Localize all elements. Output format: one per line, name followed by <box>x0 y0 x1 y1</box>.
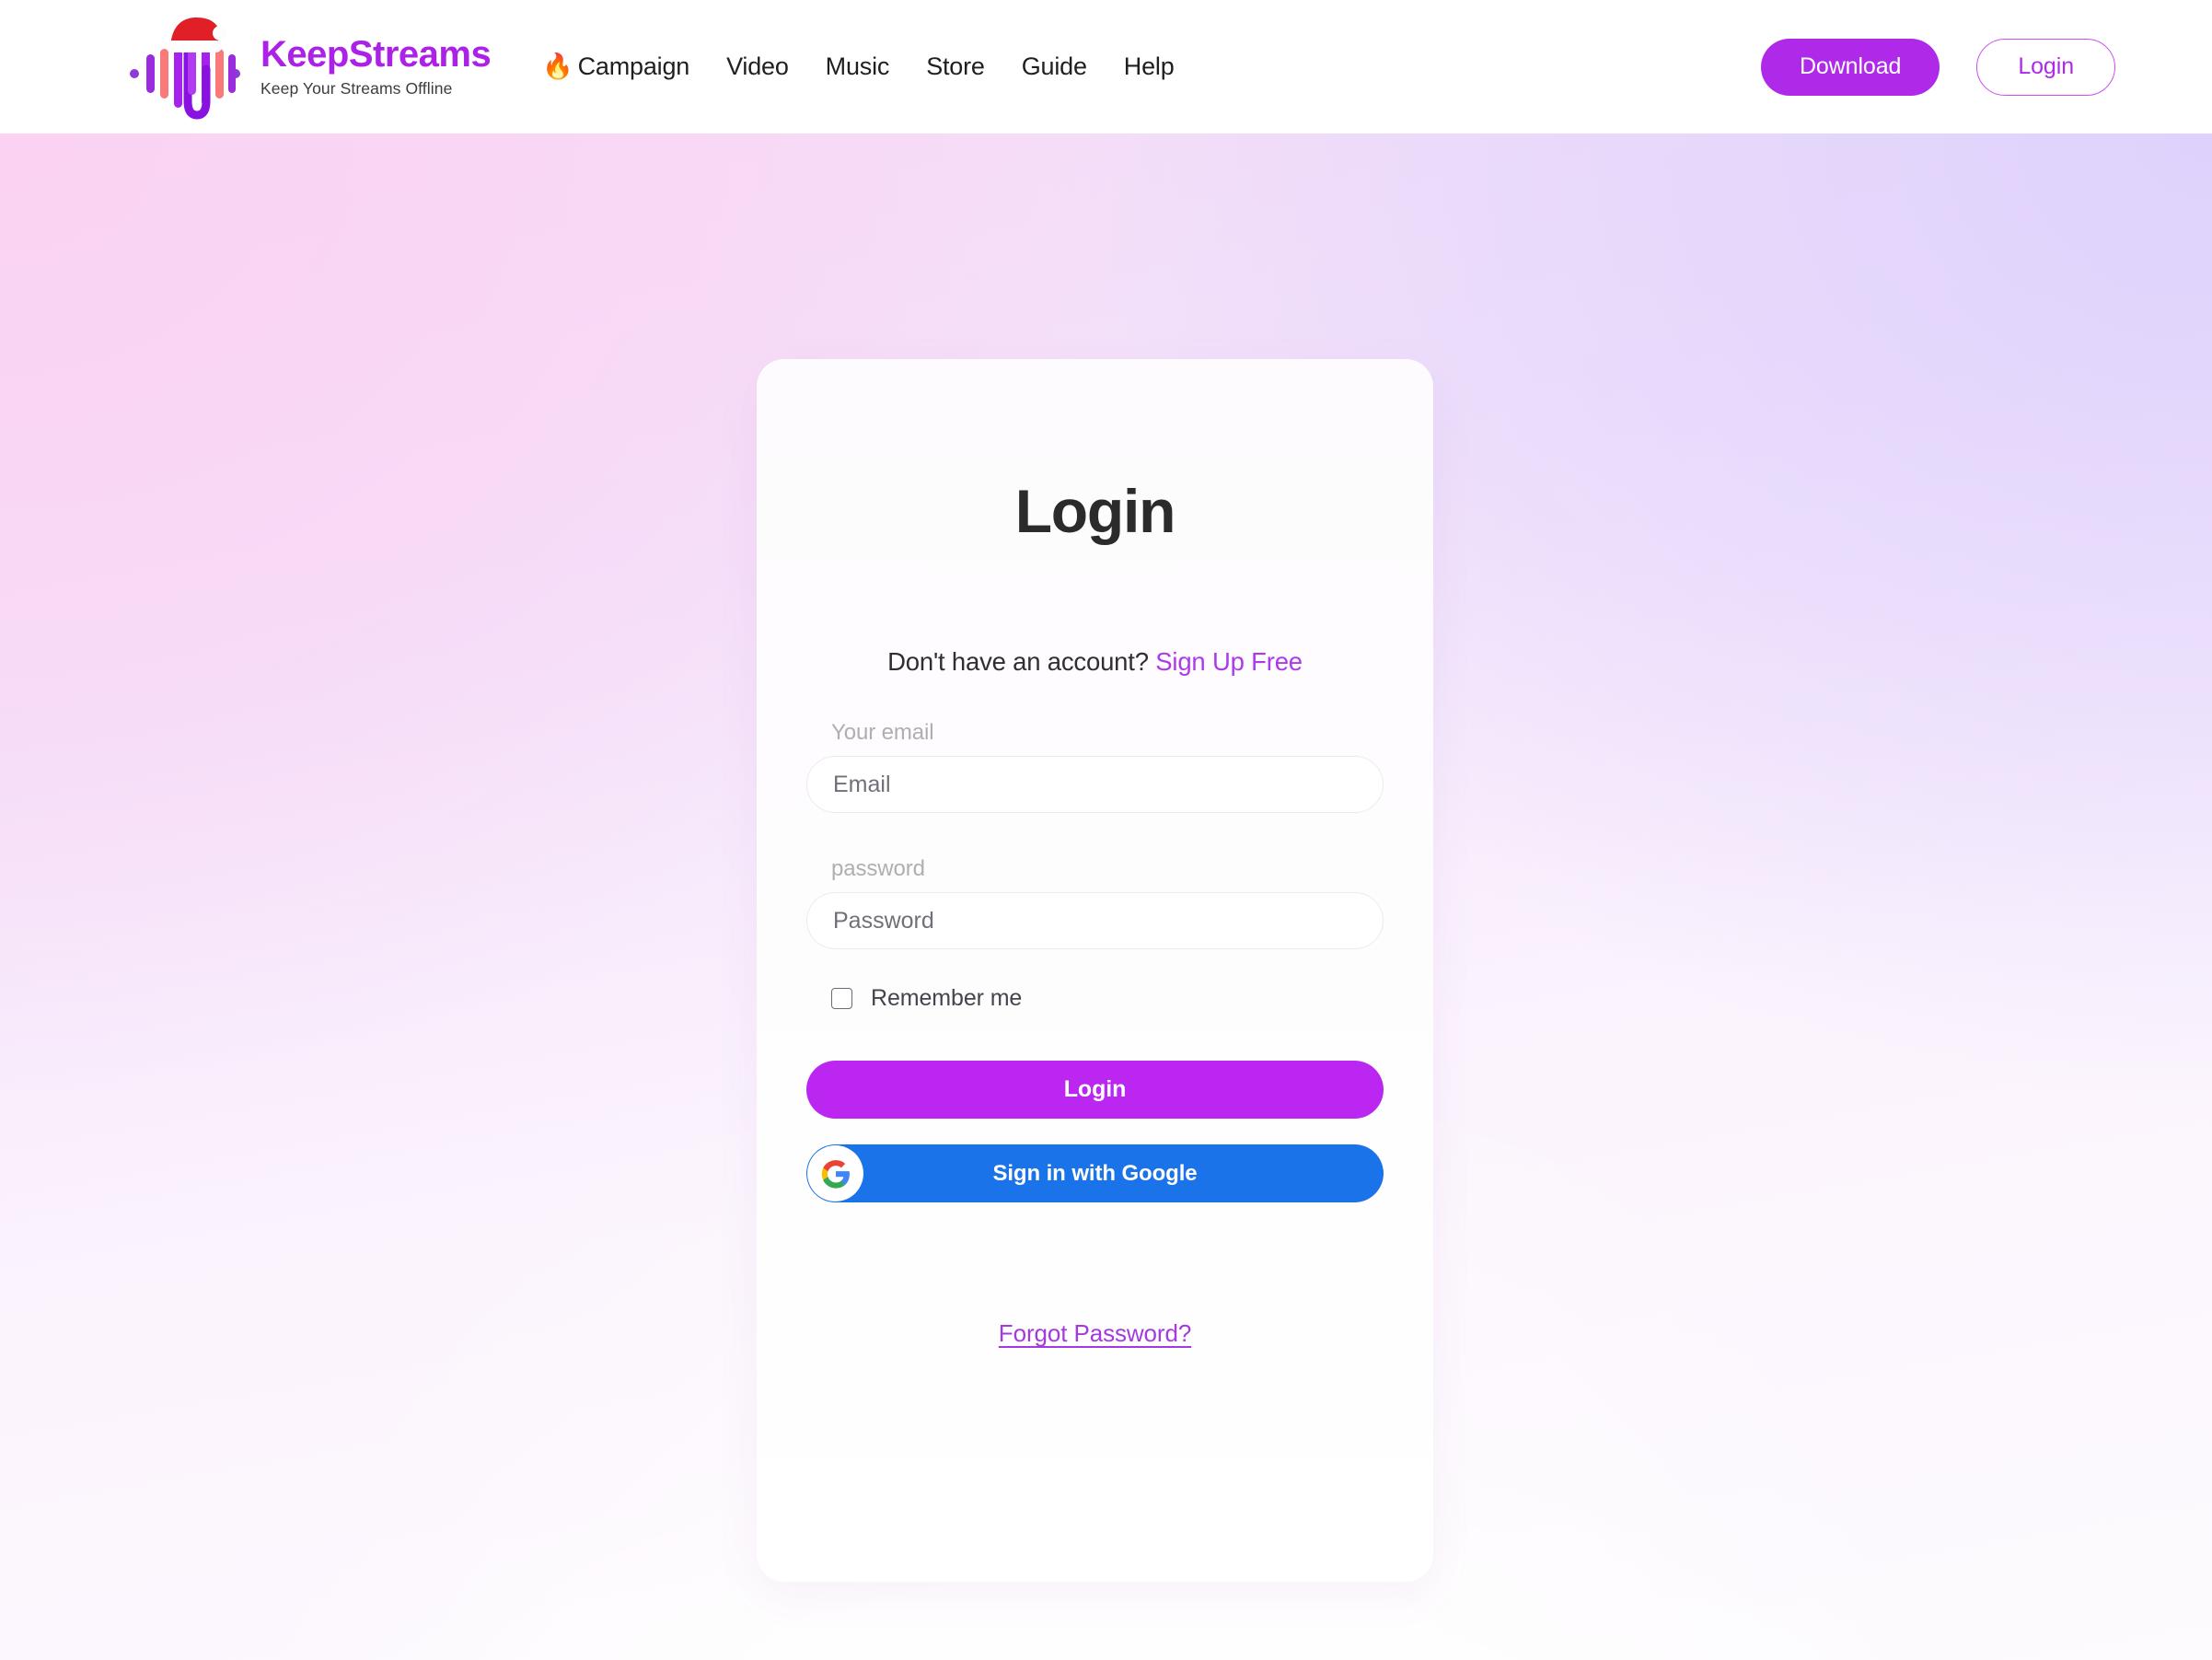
remember-me-row: Remember me <box>831 985 1384 1012</box>
nav-item-campaign[interactable]: 🔥 Campaign <box>542 52 689 81</box>
nav-item-guide[interactable]: Guide <box>1022 52 1087 81</box>
logo-tagline: Keep Your Streams Offline <box>261 79 453 98</box>
login-card: Login Don't have an account? Sign Up Fre… <box>757 359 1433 1582</box>
logo-text-block: KeepStreams Keep Your Streams Offline <box>261 34 492 99</box>
nav-item-video[interactable]: Video <box>726 52 789 81</box>
nav-label-campaign: Campaign <box>577 52 690 80</box>
sign-up-free-link[interactable]: Sign Up Free <box>1155 647 1303 676</box>
fire-icon: 🔥 <box>542 52 573 80</box>
google-g-icon <box>807 1145 863 1201</box>
header-actions: Download Login <box>1760 38 2115 96</box>
password-field-label: password <box>831 856 925 881</box>
login-page: KeepStreams Keep Your Streams Offline 🔥 … <box>0 0 2212 1660</box>
login-form: Your email password Remember me Login <box>806 720 1384 1202</box>
signup-prompt-row: Don't have an account? Sign Up Free <box>757 647 1433 677</box>
page-title: Login <box>1014 477 1176 545</box>
password-input[interactable] <box>806 892 1384 949</box>
header-login-button[interactable]: Login <box>1976 38 2115 96</box>
site-header: KeepStreams Keep Your Streams Offline 🔥 … <box>0 0 2212 133</box>
signup-prompt-text: Don't have an account? <box>887 647 1149 676</box>
remember-me-checkbox[interactable] <box>831 988 852 1009</box>
nav-item-music[interactable]: Music <box>826 52 890 81</box>
google-signin-button[interactable]: Sign in with Google <box>806 1144 1384 1202</box>
nav-item-help[interactable]: Help <box>1124 52 1175 81</box>
email-field-label: Your email <box>831 720 934 745</box>
login-submit-button[interactable]: Login <box>806 1061 1384 1119</box>
logo[interactable]: KeepStreams Keep Your Streams Offline <box>124 14 492 121</box>
forgot-password-row: Forgot Password? <box>757 1319 1433 1348</box>
nav-item-store[interactable]: Store <box>926 52 985 81</box>
main-navigation: 🔥 Campaign Video Music Store Guide Help <box>542 52 1175 81</box>
logo-title: KeepStreams <box>261 34 492 75</box>
remember-me-label[interactable]: Remember me <box>871 985 1022 1012</box>
email-input[interactable] <box>806 756 1384 813</box>
download-button[interactable]: Download <box>1760 38 1940 96</box>
keepstreams-waveform-santa-logo <box>124 14 246 121</box>
google-signin-label: Sign in with Google <box>992 1160 1198 1186</box>
forgot-password-link[interactable]: Forgot Password? <box>999 1319 1191 1347</box>
